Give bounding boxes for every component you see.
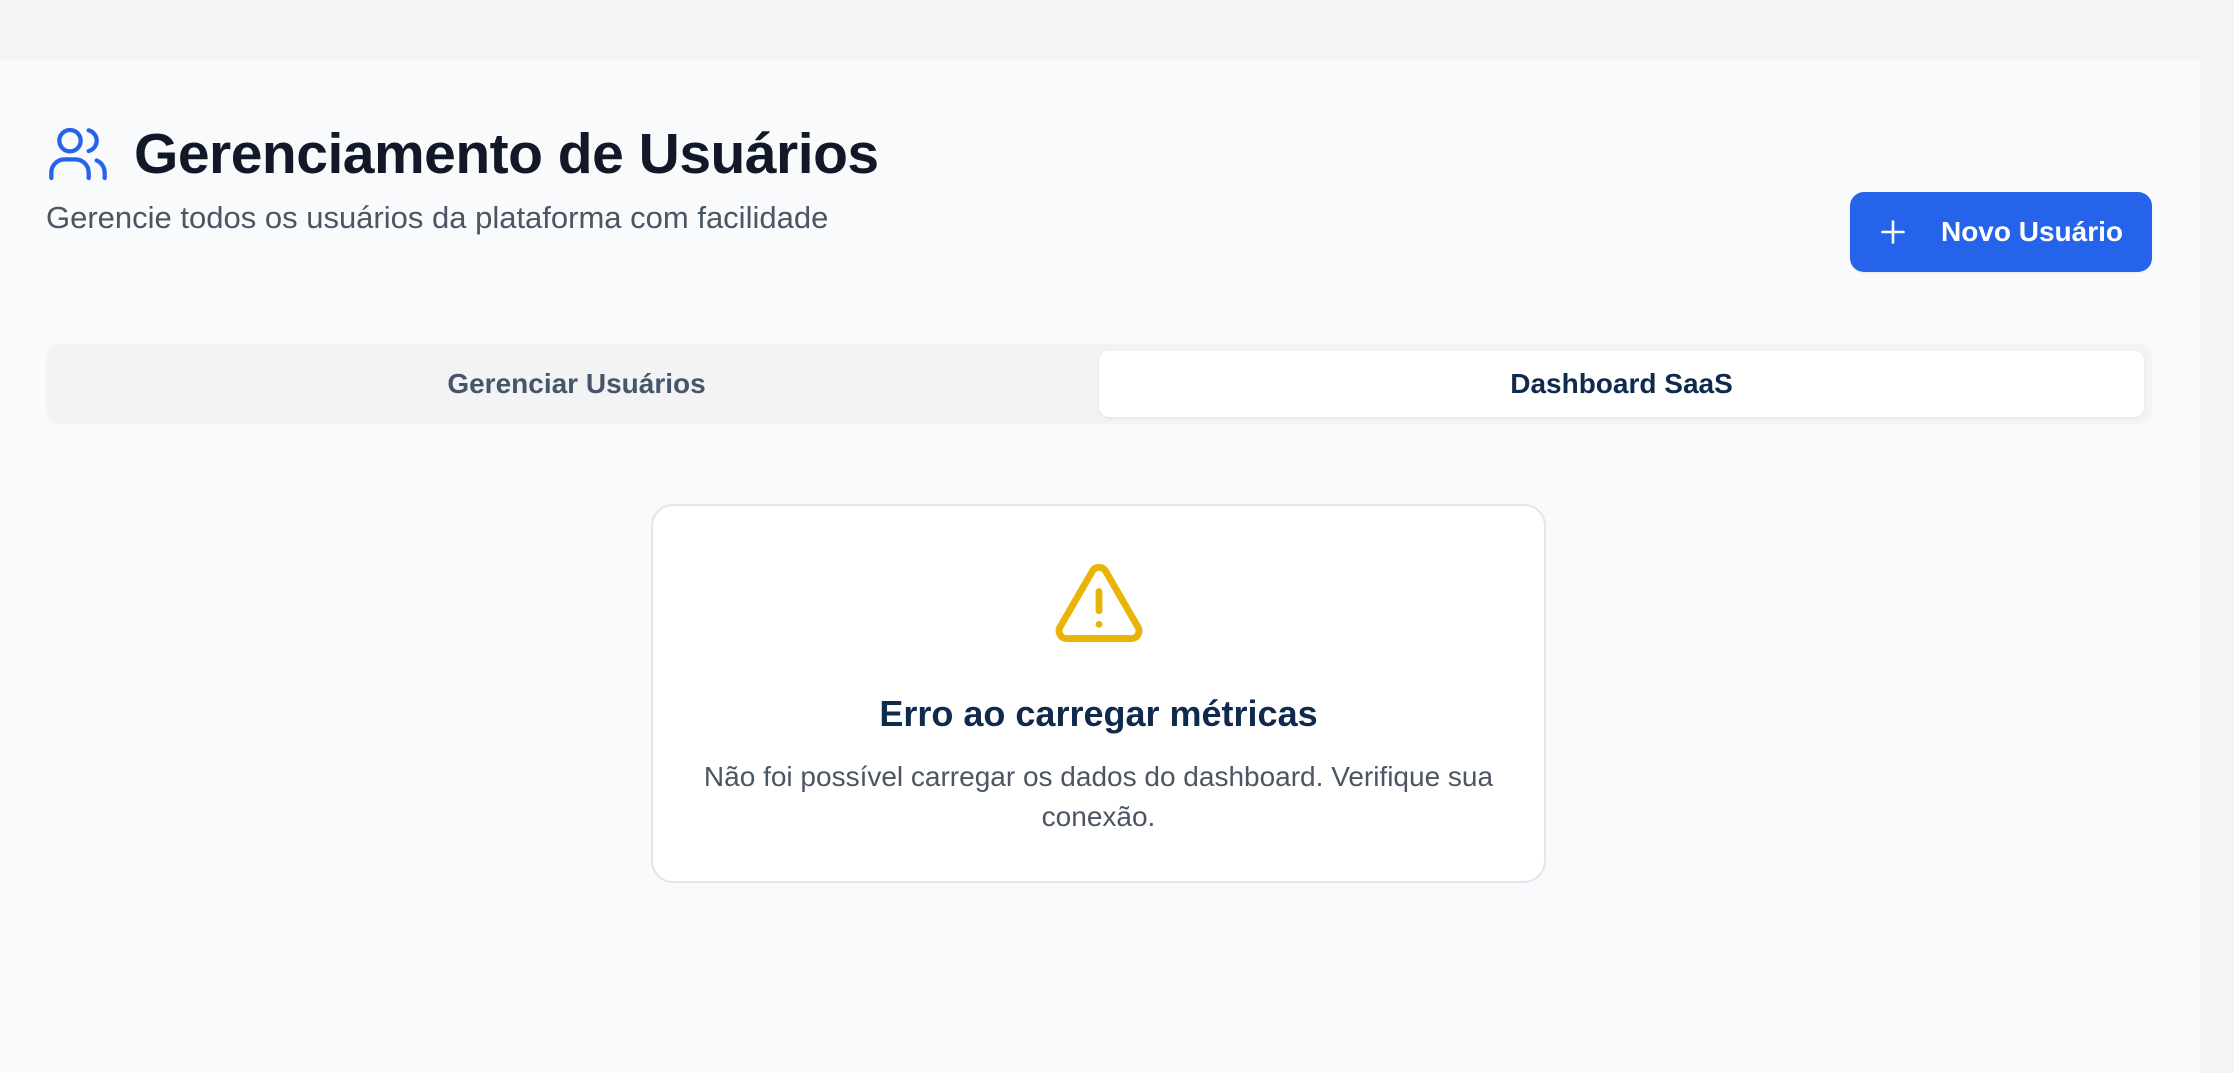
tab-saas-dashboard[interactable]: Dashboard SaaS: [1099, 351, 2144, 417]
tab-list: Gerenciar Usuários Dashboard SaaS: [46, 344, 2152, 424]
new-user-button[interactable]: Novo Usuário: [1850, 192, 2152, 272]
page-content: Gerenciamento de Usuários Gerencie todos…: [0, 60, 2200, 1073]
users-icon: [46, 122, 110, 186]
title-row: Gerenciamento de Usuários: [46, 114, 2200, 194]
warning-icon: [1053, 561, 1145, 645]
plus-icon: [1879, 218, 1907, 246]
new-user-button-label: Novo Usuário: [1940, 216, 2124, 247]
error-title: Erro ao carregar métricas: [879, 693, 1318, 734]
page-title: Gerenciamento de Usuários: [134, 122, 879, 186]
tab-manage-users[interactable]: Gerenciar Usuários: [54, 351, 1099, 417]
error-message: Não foi possível carregar os dados do da…: [703, 761, 1494, 832]
error-card: Erro ao carregar métricas Não foi possív…: [651, 504, 1546, 883]
